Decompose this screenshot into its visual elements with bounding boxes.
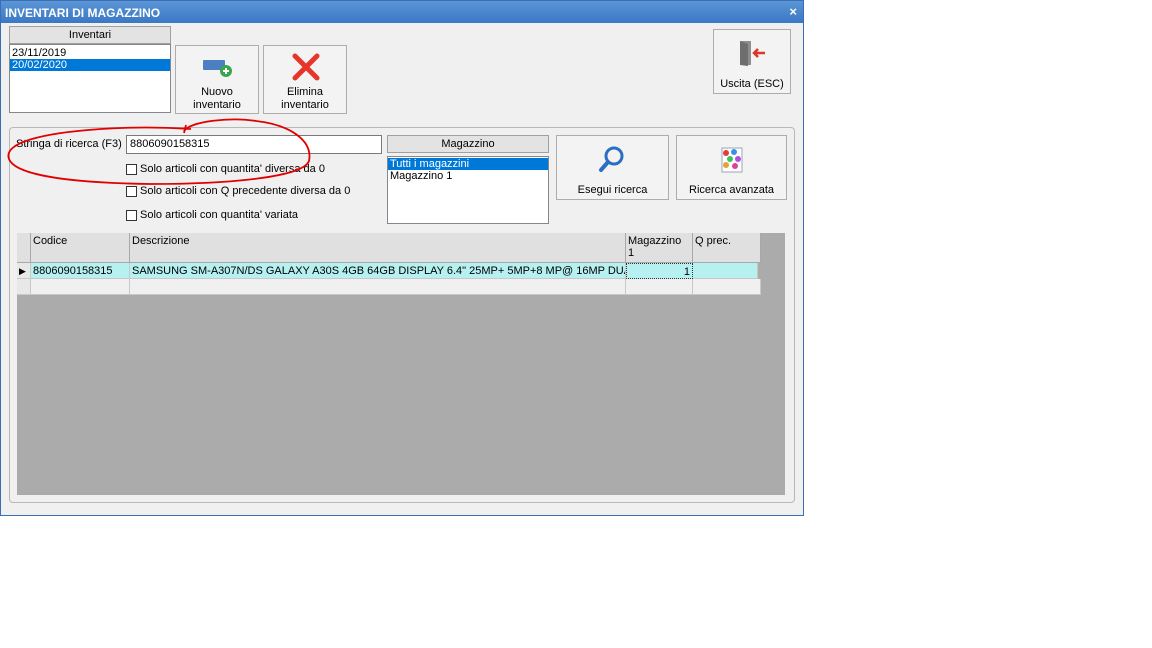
magazzino-item-0[interactable]: Tutti i magazzini — [388, 158, 548, 170]
checkbox-qta-variata[interactable]: Solo articoli con quantita' variata — [126, 209, 298, 221]
inventari-header: Inventari — [9, 26, 171, 44]
ricerca-avanzata-button[interactable]: Ricerca avanzata — [676, 135, 787, 200]
esegui-label: Esegui ricerca — [577, 184, 648, 196]
close-icon[interactable]: × — [789, 4, 797, 19]
nuovo-inventario-button[interactable]: Nuovo inventario — [175, 45, 259, 114]
uscita-label: Uscita (ESC) — [720, 78, 784, 90]
table-cell-new[interactable] — [693, 279, 761, 295]
main-window: INVENTARI DI MAGAZZINO × Inventari 23/11… — [0, 0, 804, 516]
red-annotation-circle — [7, 118, 311, 185]
inventario-item-0[interactable]: 23/11/2019 — [10, 47, 170, 59]
table-cell-new[interactable] — [31, 279, 130, 295]
inventario-item-1[interactable]: 20/02/2020 — [10, 59, 170, 71]
table-cell-q-prec[interactable] — [693, 263, 758, 279]
magazzino-header: Magazzino — [387, 135, 549, 153]
esegui-ricerca-button[interactable]: Esegui ricerca — [556, 135, 669, 200]
table-cell-new[interactable] — [130, 279, 626, 295]
red-x-icon — [292, 53, 320, 81]
column-header-codice[interactable]: Codice — [31, 233, 130, 263]
inventari-list[interactable]: 23/11/2019 20/02/2020 — [9, 44, 171, 113]
advanced-search-icon — [721, 147, 743, 173]
avanzata-label: Ricerca avanzata — [689, 184, 774, 196]
exit-door-icon — [740, 41, 765, 66]
checkbox-label: Solo articoli con quantita' variata — [140, 209, 299, 221]
add-document-icon — [203, 60, 232, 77]
magazzino-list[interactable]: Tutti i magazzini Magazzino 1 — [387, 156, 549, 224]
row-header-corner — [17, 233, 31, 263]
elimina-inventario-button[interactable]: Elimina inventario — [263, 45, 347, 114]
title-bar: INVENTARI DI MAGAZZINO × — [1, 1, 803, 23]
magnifier-icon — [599, 146, 624, 172]
row-selector-icon[interactable]: ▶ — [17, 263, 31, 279]
window-title: INVENTARI DI MAGAZZINO — [5, 6, 161, 20]
column-header-descrizione[interactable]: Descrizione — [130, 233, 626, 263]
magazzino-item-1[interactable]: Magazzino 1 — [388, 170, 548, 182]
column-header-magazzino-1[interactable]: Magazzino 1 — [626, 233, 693, 263]
row-selector-new[interactable] — [17, 279, 31, 295]
table-cell-descrizione[interactable]: SAMSUNG SM-A307N/DS GALAXY A30S 4GB 64GB… — [130, 263, 626, 279]
checkbox-box[interactable] — [126, 209, 137, 221]
nuovo-label-1: Nuovo — [201, 86, 233, 98]
table-cell-codice[interactable]: 8806090158315 — [31, 263, 130, 279]
results-grid[interactable]: Codice Descrizione Magazzino 1 Q prec. ▶… — [17, 233, 785, 495]
elimina-label-1: Elimina — [286, 86, 324, 98]
table-cell-new[interactable] — [626, 279, 693, 295]
table-cell-magazzino-1[interactable]: 1 — [626, 263, 693, 279]
uscita-button[interactable]: Uscita (ESC) — [713, 29, 791, 94]
column-header-q-prec[interactable]: Q prec. — [693, 233, 761, 263]
